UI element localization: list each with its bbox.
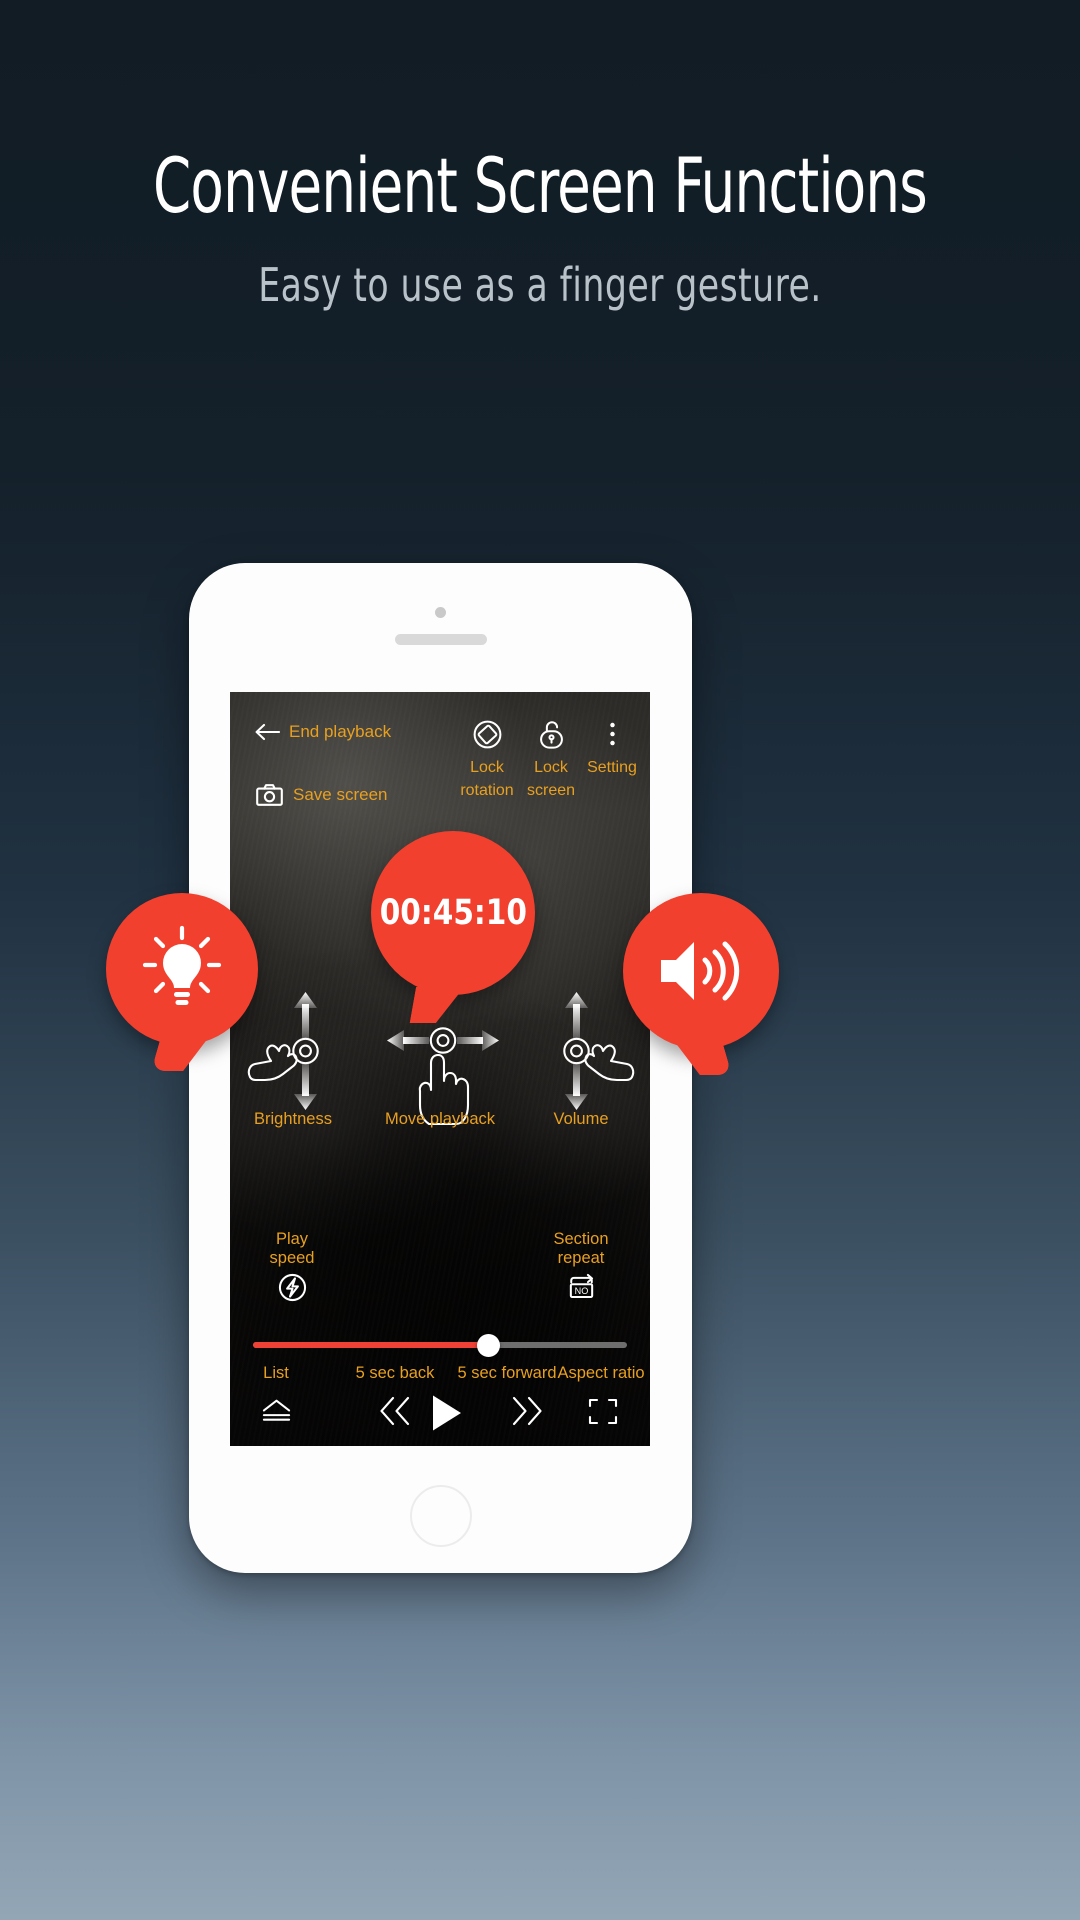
list-button[interactable] [238,1398,314,1422]
brightness-label: Brightness [254,1110,332,1128]
repeat-no-icon: NO [526,1273,636,1304]
lightbulb-icon [142,925,222,1005]
hand-swipe-vertical-icon [247,992,319,1110]
lock-rotation-label-2: rotation [460,782,514,800]
aspect-ratio-button[interactable] [556,1398,650,1425]
end-playback-button[interactable]: End playback [254,722,391,742]
brightness-bubble [106,893,258,1071]
player-top-actions: Lock rotation Lock screen Setting [456,714,640,801]
lock-screen-button[interactable]: Lock screen [520,714,582,801]
transport-labels: List 5 sec back 5 sec forward Aspect rat… [230,1364,650,1390]
front-camera-icon [435,607,446,618]
phone-mockup: End playback Save screen Lock rotation L… [189,563,692,1573]
play-speed-button[interactable]: Play speed [246,1230,338,1307]
bubble-tail [151,1037,209,1071]
save-screen-label: Save screen [293,785,388,804]
volume-bubble [623,893,779,1075]
page-title: Convenient Screen Functions [153,141,928,230]
seek-time-bubble: 00:45:10 [371,831,535,1023]
screen-rotation-lock-icon [456,714,518,754]
svg-text:NO: NO [574,1286,588,1296]
lock-rotation-label-1: Lock [470,759,504,776]
play-speed-label-1: Play [275,1230,309,1248]
progress-knob[interactable] [477,1333,501,1357]
padlock-icon [520,714,582,754]
play-speed-label-2: speed [269,1249,315,1268]
brightness-gesture[interactable] [242,990,352,1119]
lock-screen-label-2: screen [526,782,576,800]
camera-icon [256,784,283,806]
end-playback-label: End playback [289,722,392,741]
lock-rotation-button[interactable]: Lock rotation [456,714,518,801]
setting-button[interactable]: Setting [584,714,640,777]
transport-controls [230,1394,650,1442]
lightning-bolt-circle-icon [246,1273,338,1307]
rewind-double-chevron-icon [380,1396,410,1426]
earpiece-speaker [394,634,487,645]
aspect-ratio-frame-icon [588,1398,618,1425]
seek-forward-label: 5 sec forward [457,1364,557,1382]
seek-back-label: 5 sec back [355,1364,435,1382]
video-player-screen[interactable]: End playback Save screen Lock rotation L… [230,692,650,1446]
volume-label: Volume [553,1110,609,1128]
eject-list-icon [262,1399,290,1421]
playback-progress-bar[interactable] [253,1333,627,1357]
home-button[interactable] [409,1485,472,1547]
play-button[interactable] [416,1394,476,1432]
forward-double-chevron-icon [512,1396,542,1426]
section-repeat-label-1: Section [553,1230,609,1248]
move-playback-label: Move playback [384,1110,496,1128]
overflow-menu-icon [584,714,640,754]
seek-time-value: 00:45:10 [379,893,527,933]
section-repeat-label-2: repeat [557,1249,605,1268]
save-screen-button[interactable]: Save screen [256,784,388,806]
bubble-tail [409,987,465,1023]
bubble-tail [674,1041,732,1075]
page-subtitle: Easy to use as a finger gesture. [258,258,822,312]
list-label: List [263,1364,289,1382]
hand-swipe-vertical-icon [563,992,635,1110]
hero-text-block: Convenient Screen Functions Easy to use … [0,0,1080,312]
progress-fill [253,1342,489,1348]
setting-label: Setting [587,759,637,776]
speaker-volume-icon [661,941,740,1001]
aspect-ratio-label: Aspect ratio [557,1364,645,1382]
volume-gesture[interactable] [530,990,640,1119]
play-icon [432,1395,461,1431]
arrow-left-icon [255,723,280,741]
lock-screen-label-1: Lock [534,759,568,776]
section-repeat-button[interactable]: Section repeat NO [526,1230,636,1304]
